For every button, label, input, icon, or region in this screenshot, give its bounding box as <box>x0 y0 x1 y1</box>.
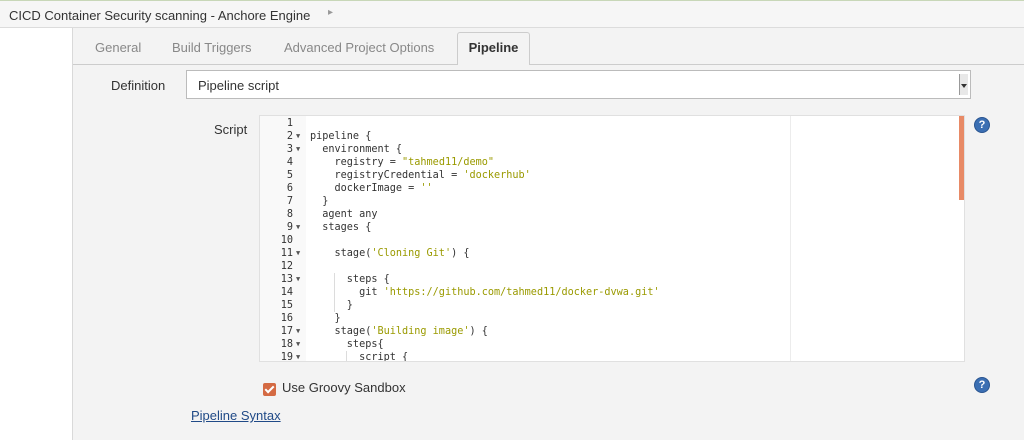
breadcrumb-chevron-icon[interactable]: ▸ <box>328 7 333 18</box>
tab-divider <box>73 64 1024 65</box>
line-number: 1 <box>286 118 293 129</box>
code-line[interactable]: 10 <box>260 234 960 247</box>
code-text: steps { <box>310 274 390 285</box>
fold-toggle-icon[interactable]: ▼ <box>296 338 300 351</box>
fold-toggle-icon[interactable]: ▼ <box>296 143 300 156</box>
script-editor[interactable]: 1 2 ▼ pipeline {3 ▼ environment {4 registry … <box>259 115 965 362</box>
tab-build-triggers[interactable]: Build Triggers <box>172 40 251 55</box>
indent-guide <box>334 273 335 312</box>
sandbox-help-icon[interactable]: ? <box>974 377 990 393</box>
code-line[interactable]: 13 ▼ steps { <box>260 273 960 286</box>
fold-toggle-icon[interactable]: ▼ <box>296 351 300 361</box>
code-line[interactable]: 19 ▼ script { <box>260 351 960 362</box>
line-number: 16 <box>280 313 293 324</box>
code-text: } <box>310 313 341 324</box>
code-line[interactable]: 4 registry = "tahmed11/demo" <box>260 156 960 169</box>
tab-general[interactable]: General <box>95 40 141 55</box>
code-text: steps{ <box>310 339 384 350</box>
code-text: stage('Building image') { <box>310 326 488 337</box>
code-text: stage('Cloning Git') { <box>310 248 470 259</box>
code-line[interactable]: 9 ▼ stages { <box>260 221 960 234</box>
code-text: git 'https://github.com/tahmed11/docker-… <box>310 287 660 298</box>
line-number: 12 <box>280 261 293 272</box>
code-line[interactable]: 18 ▼ steps{ <box>260 338 960 351</box>
line-number: 17 <box>280 326 293 337</box>
code-line[interactable]: 14 git 'https://github.com/tahmed11/dock… <box>260 286 960 299</box>
code-line[interactable]: 5 registryCredential = 'dockerhub' <box>260 169 960 182</box>
line-number: 4 <box>286 157 293 168</box>
code-text: pipeline { <box>310 131 372 142</box>
definition-label: Definition <box>111 78 166 93</box>
code-line[interactable]: 8 agent any <box>260 208 960 221</box>
tab-pipeline[interactable]: Pipeline <box>457 32 530 65</box>
code-line[interactable]: 3 ▼ environment { <box>260 143 960 156</box>
line-number: 3 <box>286 144 293 155</box>
code-text: script { <box>310 352 409 362</box>
line-number: 11 <box>280 248 293 259</box>
groovy-sandbox-label[interactable]: Use Groovy Sandbox <box>282 380 406 395</box>
code-text: stages { <box>310 222 372 233</box>
dropdown-arrow-icon[interactable] <box>959 74 968 95</box>
fold-toggle-icon[interactable]: ▼ <box>296 325 300 338</box>
breadcrumb-job-link[interactable]: CICD Container Security scanning - Ancho… <box>9 8 310 23</box>
line-number: 8 <box>286 209 293 220</box>
fold-toggle-icon[interactable]: ▼ <box>296 273 300 286</box>
line-number: 2 <box>286 131 293 142</box>
indent-guide <box>346 351 347 361</box>
line-number: 7 <box>286 196 293 207</box>
pipeline-syntax-link[interactable]: Pipeline Syntax <box>191 408 281 423</box>
code-text: registryCredential = 'dockerhub' <box>310 170 531 181</box>
line-number: 19 <box>280 352 293 362</box>
code-line[interactable]: 2 ▼ pipeline { <box>260 130 960 143</box>
tab-advanced-project-options[interactable]: Advanced Project Options <box>284 40 434 55</box>
code-line[interactable]: 15 } <box>260 299 960 312</box>
config-tabs: General Build Triggers Advanced Project … <box>73 28 1024 65</box>
code-text: } <box>310 196 329 207</box>
fold-toggle-icon[interactable]: ▼ <box>296 130 300 143</box>
line-number: 9 <box>286 222 293 233</box>
line-number: 6 <box>286 183 293 194</box>
line-number: 14 <box>280 287 293 298</box>
code-line[interactable]: 11 ▼ stage('Cloning Git') { <box>260 247 960 260</box>
code-text: } <box>310 300 353 311</box>
code-line[interactable]: 7 } <box>260 195 960 208</box>
breadcrumb: CICD Container Security scanning - Ancho… <box>0 0 1024 28</box>
script-help-icon[interactable]: ? <box>974 117 990 133</box>
line-number: 15 <box>280 300 293 311</box>
definition-select-value: Pipeline script <box>198 78 279 93</box>
line-number: 5 <box>286 170 293 181</box>
line-number: 10 <box>280 235 293 246</box>
config-panel: General Build Triggers Advanced Project … <box>72 28 1024 440</box>
definition-select[interactable]: Pipeline script <box>186 70 971 99</box>
code-line[interactable]: 17 ▼ stage('Building image') { <box>260 325 960 338</box>
code-line[interactable]: 6 dockerImage = '' <box>260 182 960 195</box>
code-text: environment { <box>310 144 403 155</box>
script-label: Script <box>214 122 248 137</box>
fold-toggle-icon[interactable]: ▼ <box>296 221 300 234</box>
code-line[interactable]: 1 <box>260 117 960 130</box>
fold-toggle-icon[interactable]: ▼ <box>296 247 300 260</box>
code-text: agent any <box>310 209 378 220</box>
groovy-sandbox-checkbox[interactable] <box>263 383 276 396</box>
line-number: 18 <box>280 339 293 350</box>
code-line[interactable]: 16 } <box>260 312 960 325</box>
code-line[interactable]: 12 <box>260 260 960 273</box>
line-number: 13 <box>280 274 293 285</box>
code-text: dockerImage = '' <box>310 183 433 194</box>
code-text: registry = "tahmed11/demo" <box>310 157 495 168</box>
